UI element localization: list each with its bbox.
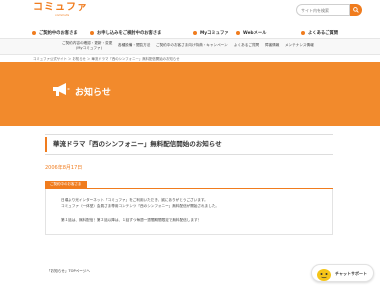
article-paragraph: 第１話は、無料配信！第２話以降は、１話ずつ毎週一週間期間限定で無料配信します！ (61, 217, 202, 222)
subnav-contract-info-sub[interactable]: (Myコミュファ) (76, 46, 102, 51)
subnav-maintenance[interactable]: メンテナンス情報 (285, 43, 314, 48)
page-banner: お知らせ (0, 62, 380, 126)
nav-prospective-customers[interactable]: お申し込みをご検討中のお客さま (88, 27, 177, 38)
nav-label: ご契約中のお客さま (39, 30, 78, 36)
circle-bullet-icon (236, 30, 240, 35)
circle-bullet-icon (301, 30, 305, 35)
site-header: コミュファ commufa (0, 0, 380, 26)
article-date: 2006年8月17日 (45, 165, 83, 171)
breadcrumb[interactable]: コミュファ公式サイト ＞ お知らせ ＞ 華流ドラマ「西のシンフォニー」無料配信開… (33, 56, 179, 61)
main-nav: ご契約中のお客さま お申し込みをご検討中のお客さま Myコミュファ Webメール… (30, 27, 360, 38)
back-to-news-link[interactable]: 「お知らせ」TOPページへ (47, 269, 90, 274)
page-title: お知らせ (75, 88, 111, 98)
nav-faq[interactable]: よくあるご質問 (289, 27, 360, 38)
article-body: 日頃より光インターネット「コミュファ」をご利用いただき、誠にありがとうございます… (45, 189, 333, 235)
subnav-outage[interactable]: 障害情報 (265, 43, 279, 48)
search-input[interactable] (296, 4, 350, 16)
nav-current-customers[interactable]: ご契約中のお客さま (30, 27, 88, 38)
sub-nav: ご契約内容の確認・更新・変更 (Myコミュファ) 各種設備・閲覧方法 ご契約中の… (0, 38, 380, 55)
logo-text: コミュファ (33, 2, 88, 13)
subnav-campaign[interactable]: ご契約中のお客さま向け特典・キャンペーン (156, 43, 228, 48)
circle-bullet-icon (90, 30, 94, 35)
search-icon (353, 7, 359, 13)
chat-support-button[interactable]: チャットサポート (311, 264, 374, 282)
mascot-icon (317, 269, 331, 281)
subnav-equipment[interactable]: 各種設備・閲覧方法 (118, 43, 150, 48)
nav-label: お申し込みをご検討中のお客さま (97, 30, 162, 36)
nav-label: Myコミュファ (200, 30, 229, 36)
site-logo[interactable]: コミュファ commufa (33, 3, 88, 17)
nav-label: よくあるご質問 (308, 30, 339, 36)
search-button[interactable] (350, 4, 362, 16)
nav-webmail[interactable]: Webメール (234, 27, 289, 38)
megaphone-icon (53, 83, 70, 96)
circle-bullet-icon (32, 30, 36, 35)
logo-subtext: commufa (55, 13, 70, 17)
category-badge: ご契約中のお客さま (45, 181, 87, 188)
nav-label: Webメール (243, 30, 267, 36)
article-title: 華流ドラマ「西のシンフォニー」無料配信開始のお知らせ (45, 134, 333, 155)
nav-my-commufa[interactable]: Myコミュファ (177, 27, 234, 38)
circle-bullet-icon (193, 30, 197, 35)
chat-label: チャットサポート (335, 271, 367, 276)
subnav-faq[interactable]: よくあるご質問 (234, 43, 259, 48)
